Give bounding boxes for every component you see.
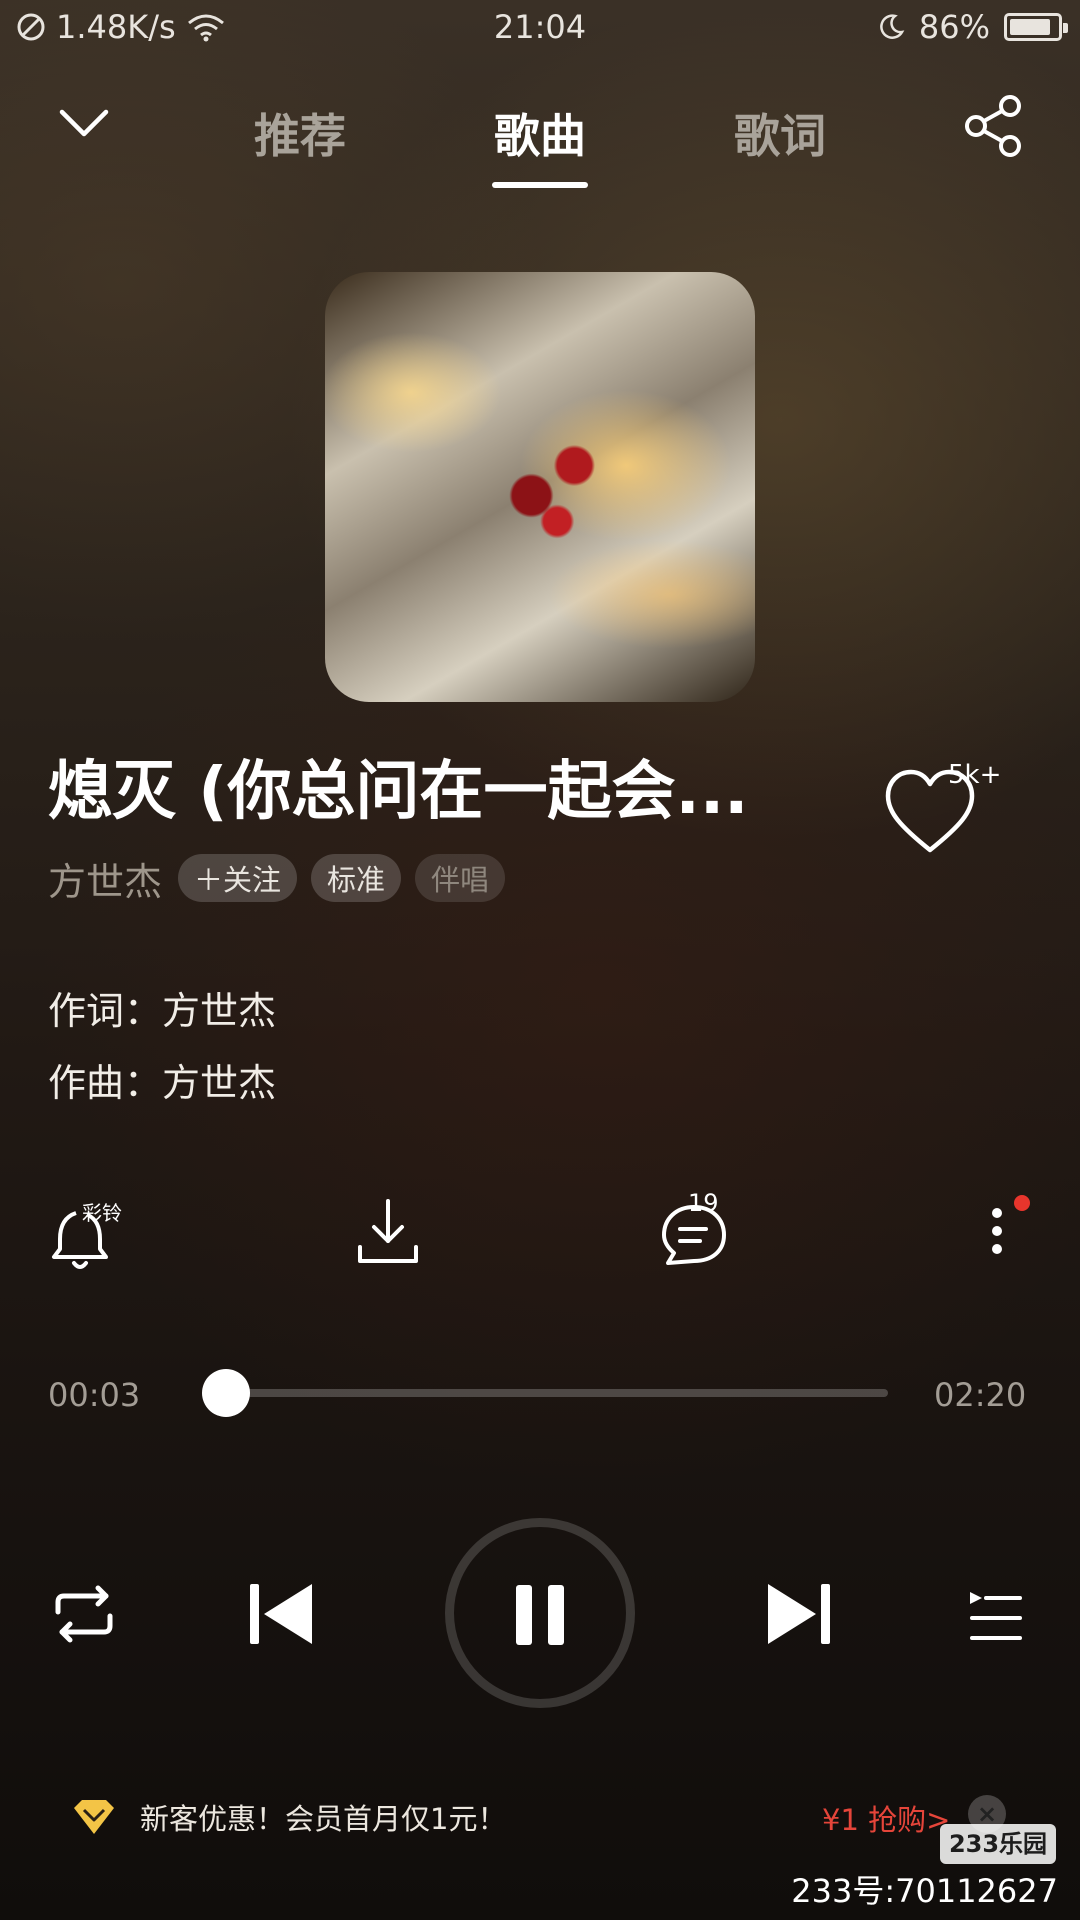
follow-button[interactable]: ＋关注: [178, 854, 298, 902]
chevron-down-icon[interactable]: [56, 102, 112, 142]
share-icon[interactable]: [962, 94, 1026, 158]
status-bar: 1.48K/s 21:04 86%: [0, 0, 1080, 58]
song-title: 熄灭 (你总问在一起会...: [48, 755, 749, 829]
current-time: 00:03: [48, 1376, 141, 1414]
comment-button[interactable]: 19: [654, 1189, 734, 1275]
moon-icon: [880, 14, 905, 39]
lyricist-credit: 作词：方世杰: [48, 989, 277, 1033]
pause-icon[interactable]: [512, 1583, 568, 1647]
active-tab-indicator: [492, 182, 588, 188]
next-track-icon[interactable]: [762, 1580, 834, 1648]
like-count: 5k+: [948, 760, 1002, 790]
battery-fill: [1010, 19, 1050, 35]
accompaniment-button[interactable]: 伴唱: [415, 854, 506, 902]
battery-icon: [1004, 13, 1068, 41]
playlist-icon[interactable]: [968, 1590, 1024, 1644]
tab-lyrics[interactable]: 歌词: [710, 100, 850, 166]
top-nav: 推荐 歌曲 歌词: [0, 80, 1080, 190]
composer-credit: 作曲：方世杰: [48, 1061, 277, 1105]
promo-text: 新客优惠！会员首月仅1元！: [140, 1802, 507, 1836]
progress-knob[interactable]: [201, 1369, 250, 1417]
tab-song[interactable]: 歌曲: [470, 100, 610, 166]
artist-row: 方世杰 ＋关注 标准 伴唱: [48, 850, 506, 906]
ringtone-button[interactable]: 彩铃: [46, 1195, 126, 1275]
quality-button[interactable]: 标准: [311, 854, 402, 902]
more-options-button[interactable]: [958, 1195, 1038, 1275]
battery-percent: 86%: [918, 8, 990, 46]
ringtone-badge: 彩铃: [82, 1201, 122, 1225]
total-time: 02:20: [934, 1376, 1027, 1414]
progress-track[interactable]: [212, 1389, 888, 1397]
watermark-logo: 233乐园: [940, 1824, 1056, 1864]
artist-name[interactable]: 方世杰: [48, 851, 162, 906]
repeat-icon[interactable]: [50, 1584, 118, 1644]
promo-buy-link[interactable]: ¥1 抢购>: [822, 1797, 950, 1839]
previous-track-icon[interactable]: [246, 1580, 318, 1648]
vip-diamond-icon: [74, 1800, 114, 1834]
album-cover[interactable]: [325, 272, 755, 702]
watermark-id: 233号:70112627: [791, 1872, 1058, 1910]
comment-count: 19: [688, 1189, 719, 1217]
download-icon[interactable]: [348, 1195, 428, 1275]
notification-dot: [1014, 1195, 1030, 1211]
promo-banner[interactable]: 新客优惠！会员首月仅1元！ ¥1 抢购> ×: [70, 1785, 1030, 1849]
tab-recommend[interactable]: 推荐: [230, 100, 370, 166]
